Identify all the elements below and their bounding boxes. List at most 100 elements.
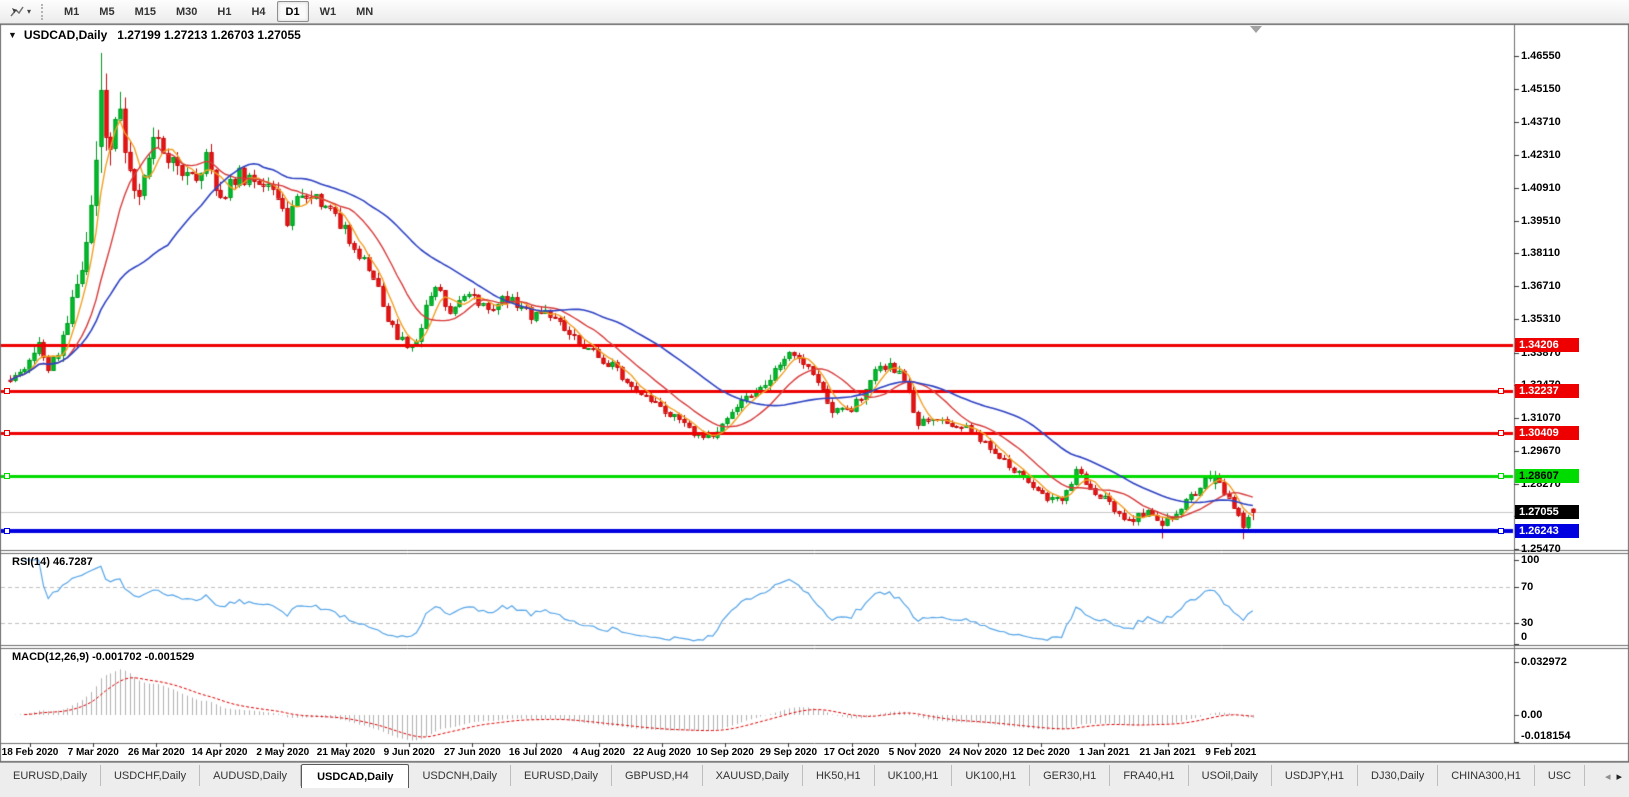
tab-scroll-right-icon[interactable]: ▸ bbox=[1616, 770, 1622, 783]
timeframe-button-h1[interactable]: H1 bbox=[208, 1, 240, 22]
price-axis-tick-label: 1.40910 bbox=[1521, 182, 1561, 194]
date-axis-label: 26 Mar 2020 bbox=[128, 747, 185, 758]
date-axis-label: 1 Jan 2021 bbox=[1079, 747, 1130, 758]
chart-tab-eurusd-daily[interactable]: EURUSD,Daily bbox=[511, 765, 612, 786]
date-axis-label: 29 Sep 2020 bbox=[760, 747, 817, 758]
date-axis-label: 17 Oct 2020 bbox=[824, 747, 880, 758]
hline-handle[interactable] bbox=[4, 430, 10, 436]
chart-tab-bar: EURUSD,DailyUSDCHF,DailyAUDUSD,DailyUSDC… bbox=[0, 762, 1629, 797]
macd-axis-tick-label: -0.018154 bbox=[1521, 730, 1571, 742]
hline-handle[interactable] bbox=[1498, 528, 1504, 534]
chart-title: ▼ USDCAD,Daily 1.27199 1.27213 1.26703 1… bbox=[8, 28, 301, 42]
price-tag-1.26243: 1.26243 bbox=[1515, 524, 1579, 538]
scroll-to-end-marker[interactable] bbox=[1250, 26, 1262, 33]
chart-tab-uk100-h1[interactable]: UK100,H1 bbox=[952, 765, 1030, 786]
price-tag-1.32237: 1.32237 bbox=[1515, 384, 1579, 398]
chart-tab-uk100-h1[interactable]: UK100,H1 bbox=[875, 765, 953, 786]
date-axis-label: 2 May 2020 bbox=[256, 747, 309, 758]
chart-ohlc-values: 1.27199 1.27213 1.26703 1.27055 bbox=[117, 28, 301, 42]
price-axis-tick-label: 1.31070 bbox=[1521, 412, 1561, 424]
date-axis-label: 7 Mar 2020 bbox=[68, 747, 119, 758]
chart-tab-dj30-daily[interactable]: DJ30,Daily bbox=[1358, 765, 1438, 786]
price-axis-tick-label: 1.38110 bbox=[1521, 247, 1560, 259]
hline-handle[interactable] bbox=[4, 528, 10, 534]
chart-tab-ger30-h1[interactable]: GER30,H1 bbox=[1030, 765, 1110, 786]
macd-axis-tick-label: 0.032972 bbox=[1521, 656, 1567, 668]
price-axis-tick-label: 1.29670 bbox=[1521, 445, 1561, 457]
macd-indicator-label: MACD(12,26,9) -0.001702 -0.001529 bbox=[12, 651, 194, 663]
date-axis-label: 9 Feb 2021 bbox=[1205, 747, 1256, 758]
chevron-down-icon[interactable]: ▾ bbox=[27, 7, 31, 16]
date-axis-label: 16 Jul 2020 bbox=[509, 747, 562, 758]
hline-handle[interactable] bbox=[4, 473, 10, 479]
price-axis-tick-label: 1.45150 bbox=[1521, 83, 1561, 95]
price-tag-1.28607: 1.28607 bbox=[1515, 469, 1579, 483]
hline-handle[interactable] bbox=[4, 388, 10, 394]
timeframe-button-m1[interactable]: M1 bbox=[55, 1, 88, 22]
chart-tab-usoil-daily[interactable]: USOil,Daily bbox=[1189, 765, 1272, 786]
timeframe-button-d1[interactable]: D1 bbox=[277, 1, 309, 22]
main-toolbar: ▾ M1M5M15M30H1H4D1W1MN bbox=[0, 0, 1629, 24]
timeframe-button-m5[interactable]: M5 bbox=[90, 1, 123, 22]
date-axis-label: 5 Nov 2020 bbox=[889, 747, 941, 758]
chart-tab-audusd-daily[interactable]: AUDUSD,Daily bbox=[200, 765, 301, 786]
date-axis-label: 9 Jun 2020 bbox=[384, 747, 435, 758]
macd-axis-tick-label: 0.00 bbox=[1521, 709, 1542, 721]
timeframe-button-m15[interactable]: M15 bbox=[126, 1, 165, 22]
date-axis-label: 24 Nov 2020 bbox=[949, 747, 1007, 758]
chart-tab-eurusd-daily[interactable]: EURUSD,Daily bbox=[0, 765, 101, 786]
timeframe-button-group: M1M5M15M30H1H4D1W1MN bbox=[54, 1, 383, 22]
chart-tab-usc[interactable]: USC bbox=[1535, 765, 1585, 786]
hline-1.32237[interactable] bbox=[0, 388, 1514, 394]
date-axis-label: 4 Aug 2020 bbox=[573, 747, 625, 758]
chart-symbol-label: USDCAD,Daily bbox=[24, 28, 107, 42]
chart-tab-gbpusd-h4[interactable]: GBPUSD,H4 bbox=[612, 765, 703, 786]
chart-tab-china300-h1[interactable]: CHINA300,H1 bbox=[1438, 765, 1535, 786]
timeframe-button-m30[interactable]: M30 bbox=[167, 1, 206, 22]
toolbar-grip-handle[interactable] bbox=[41, 4, 47, 20]
date-axis-label: 12 Dec 2020 bbox=[1013, 747, 1070, 758]
hline-handle[interactable] bbox=[1498, 430, 1504, 436]
rsi-axis-tick-label: 100 bbox=[1521, 554, 1539, 566]
chart-tab-usdjpy-h1[interactable]: USDJPY,H1 bbox=[1272, 765, 1358, 786]
hline-handle[interactable] bbox=[1498, 473, 1504, 479]
hline-1.30409[interactable] bbox=[0, 430, 1514, 436]
date-axis-label: 18 Feb 2020 bbox=[2, 747, 59, 758]
timeframe-button-w1[interactable]: W1 bbox=[311, 1, 346, 22]
quote-collapse-icon[interactable]: ▼ bbox=[8, 30, 17, 40]
chart-tools-button[interactable]: ▾ bbox=[5, 1, 35, 23]
chart-tab-usdchf-daily[interactable]: USDCHF,Daily bbox=[101, 765, 200, 786]
price-tag-1.34206: 1.34206 bbox=[1515, 338, 1579, 352]
price-tag-1.30409: 1.30409 bbox=[1515, 426, 1579, 440]
price-axis-tick-label: 1.46550 bbox=[1521, 50, 1561, 62]
hline-1.28607[interactable] bbox=[0, 473, 1514, 479]
chart-tab-xauusd-daily[interactable]: XAUUSD,Daily bbox=[703, 765, 803, 786]
price-axis-tick-label: 1.35310 bbox=[1521, 313, 1561, 325]
date-axis-label: 22 Aug 2020 bbox=[633, 747, 691, 758]
chart-tab-usdcad-daily[interactable]: USDCAD,Daily bbox=[301, 764, 409, 788]
hline-1.26243[interactable] bbox=[0, 528, 1514, 534]
date-axis-label: 27 Jun 2020 bbox=[444, 747, 501, 758]
rsi-axis-tick-label: 70 bbox=[1521, 581, 1533, 593]
timeframe-button-h4[interactable]: H4 bbox=[242, 1, 274, 22]
price-axis-tick-label: 1.42310 bbox=[1521, 149, 1561, 161]
date-axis-label: 21 May 2020 bbox=[317, 747, 375, 758]
price-axis-tick-label: 1.43710 bbox=[1521, 116, 1561, 128]
timeframe-button-mn[interactable]: MN bbox=[347, 1, 382, 22]
price-axis-tick-label: 1.36710 bbox=[1521, 280, 1561, 292]
chart-cursor-icon bbox=[9, 5, 25, 19]
hline-handle[interactable] bbox=[1498, 388, 1504, 394]
date-axis-label: 21 Jan 2021 bbox=[1140, 747, 1196, 758]
chart-tab-hk50-h1[interactable]: HK50,H1 bbox=[803, 765, 875, 786]
hline-1.34206[interactable] bbox=[0, 342, 1514, 348]
tab-scroll-left-icon[interactable]: ◂ bbox=[1605, 770, 1611, 783]
chart-tab-fra40-h1[interactable]: FRA40,H1 bbox=[1110, 765, 1188, 786]
current-price-tag: 1.27055 bbox=[1515, 505, 1579, 519]
chart-tab-usdcnh-daily[interactable]: USDCNH,Daily bbox=[409, 765, 511, 786]
rsi-indicator-label: RSI(14) 46.7287 bbox=[12, 556, 93, 568]
rsi-axis-tick-label: 0 bbox=[1521, 631, 1527, 643]
price-axis-tick-label: 1.39510 bbox=[1521, 215, 1561, 227]
date-axis-label: 14 Apr 2020 bbox=[192, 747, 248, 758]
tab-scroll-arrows: ◂ ▸ bbox=[1598, 763, 1629, 789]
chart-window: ▼ USDCAD,Daily 1.27199 1.27213 1.26703 1… bbox=[0, 24, 1629, 762]
